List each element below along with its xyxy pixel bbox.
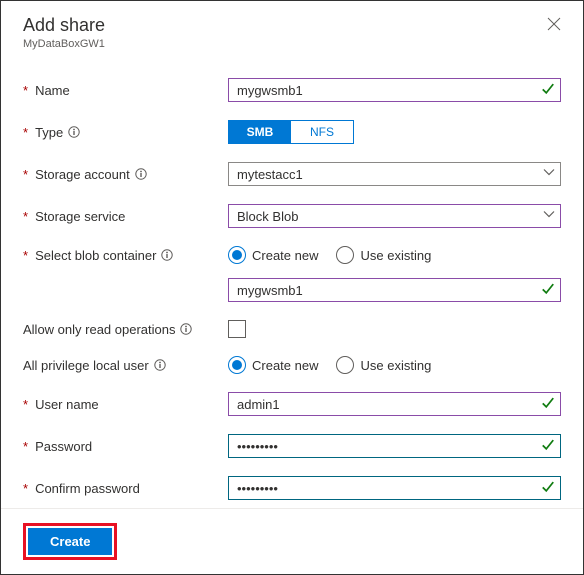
name-label: *Name (23, 83, 228, 98)
panel-title: Add share (23, 15, 561, 36)
radio-icon (228, 356, 246, 374)
password-input[interactable] (228, 434, 561, 458)
confirm-password-input[interactable] (228, 476, 561, 500)
storage-service-label: *Storage service (23, 209, 228, 224)
info-icon[interactable] (135, 168, 147, 180)
storage-account-select[interactable]: mytestacc1 (228, 162, 561, 186)
info-icon[interactable] (161, 249, 173, 261)
read-only-checkbox[interactable] (228, 320, 246, 338)
container-use-existing-radio[interactable]: Use existing (336, 246, 431, 264)
info-icon[interactable] (154, 359, 166, 371)
password-label: *Password (23, 439, 228, 454)
panel-subtitle: MyDataBoxGW1 (23, 38, 561, 50)
user-create-new-radio[interactable]: Create new (228, 356, 318, 374)
storage-service-select[interactable]: Block Blob (228, 204, 561, 228)
user-use-existing-radio[interactable]: Use existing (336, 356, 431, 374)
container-create-new-radio[interactable]: Create new (228, 246, 318, 264)
username-label: *User name (23, 397, 228, 412)
type-smb-button[interactable]: SMB (229, 121, 291, 143)
type-toggle: SMB NFS (228, 120, 354, 144)
create-button[interactable]: Create (28, 528, 112, 555)
radio-icon (336, 246, 354, 264)
storage-account-label: *Storage account (23, 167, 228, 182)
name-input[interactable] (228, 78, 561, 102)
read-only-label: Allow only read operations (23, 322, 228, 337)
confirm-password-label: *Confirm password (23, 481, 228, 496)
container-name-input[interactable] (228, 278, 561, 302)
radio-icon (228, 246, 246, 264)
username-input[interactable] (228, 392, 561, 416)
type-label: *Type (23, 125, 228, 140)
type-nfs-button[interactable]: NFS (291, 121, 353, 143)
close-icon (547, 17, 561, 31)
privilege-user-label: All privilege local user (23, 358, 228, 373)
create-button-highlight: Create (23, 523, 117, 560)
blob-container-label: *Select blob container (23, 248, 228, 263)
radio-icon (336, 356, 354, 374)
info-icon[interactable] (68, 126, 80, 138)
close-button[interactable] (547, 17, 561, 31)
info-icon[interactable] (180, 323, 192, 335)
